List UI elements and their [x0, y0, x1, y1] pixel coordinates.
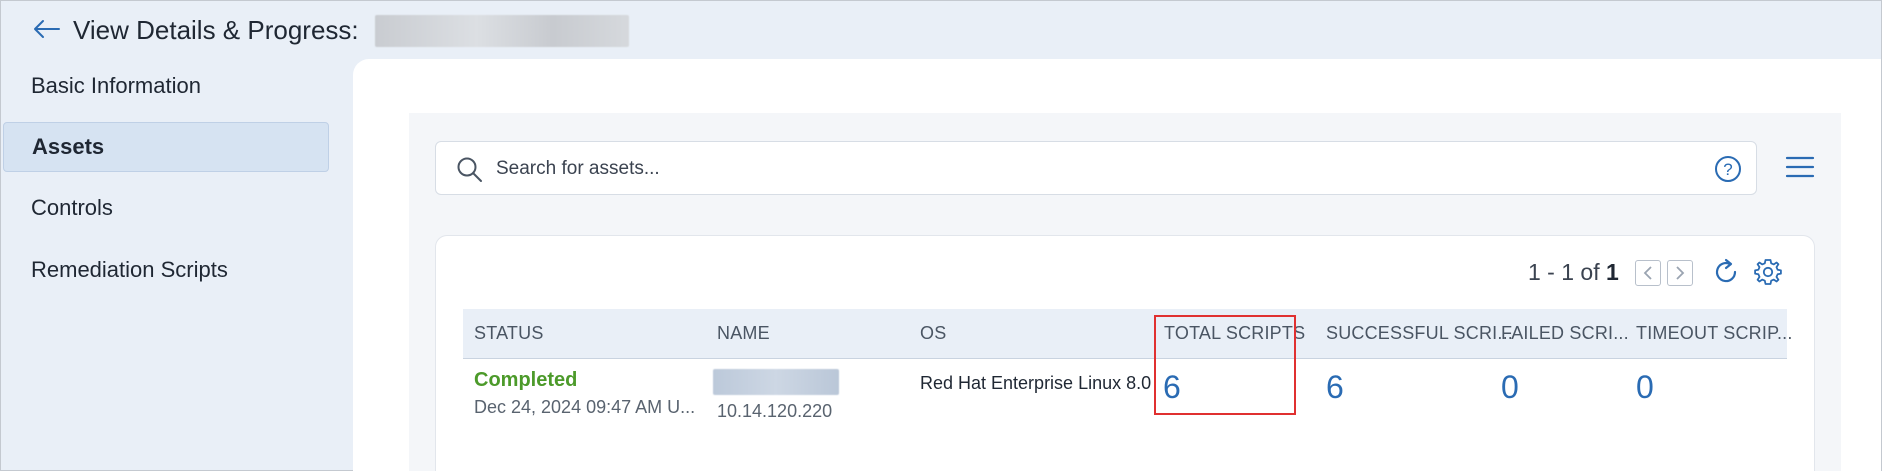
column-header-timeout-scripts[interactable]: TIMEOUT SCRIP...	[1636, 323, 1793, 344]
sidebar-item-remediation-scripts[interactable]: Remediation Scripts	[3, 245, 329, 295]
refresh-icon[interactable]	[1711, 257, 1741, 292]
help-icon[interactable]: ?	[1714, 155, 1742, 188]
sidebar-item-label: Assets	[32, 134, 105, 159]
gear-icon[interactable]	[1753, 257, 1783, 292]
chevron-left-icon	[1643, 266, 1652, 280]
next-page-button[interactable]	[1667, 260, 1693, 286]
sidebar-item-label: Basic Information	[31, 73, 201, 98]
successful-scripts-count[interactable]: 6	[1326, 369, 1344, 406]
page-header: View Details & Progress:	[1, 1, 1881, 59]
sidebar-item-label: Remediation Scripts	[31, 257, 228, 282]
hamburger-menu-icon[interactable]	[1785, 155, 1815, 184]
search-icon	[456, 156, 484, 189]
search-input[interactable]	[496, 152, 1676, 186]
sidebar-item-basic-information[interactable]: Basic Information	[3, 61, 329, 111]
status-badge: Completed	[474, 369, 578, 391]
sidebar-item-assets[interactable]: Assets	[3, 122, 329, 172]
pagination-range: 1 - 1 of	[1528, 259, 1600, 285]
back-arrow-icon[interactable]	[31, 15, 63, 43]
svg-text:?: ?	[1723, 160, 1732, 179]
failed-scripts-count[interactable]: 0	[1501, 369, 1519, 406]
status-date: Dec 24, 2024 09:47 AM U...	[474, 397, 696, 417]
column-header-status[interactable]: STATUS	[474, 323, 544, 344]
timeout-scripts-count[interactable]: 0	[1636, 369, 1654, 406]
redacted-job-name	[375, 15, 629, 47]
column-header-successful-scripts[interactable]: SUCCESSFUL SCRI...	[1326, 323, 1513, 344]
column-header-os[interactable]: OS	[920, 323, 946, 344]
page-title: View Details & Progress:	[73, 15, 359, 45]
pagination-summary: 1 - 1 of 1	[1528, 259, 1619, 286]
asset-ip: 10.14.120.220	[717, 401, 833, 421]
redacted-asset-name	[713, 369, 839, 395]
chevron-right-icon	[1676, 266, 1685, 280]
pagination-total: 1	[1606, 259, 1619, 285]
highlight-annotation	[1154, 315, 1296, 415]
asset-os: Red Hat Enterprise Linux 8.0	[920, 373, 1152, 393]
column-header-failed-scripts[interactable]: FAILED SCRI...	[1501, 323, 1629, 344]
sidebar-item-label: Controls	[31, 195, 113, 220]
prev-page-button[interactable]	[1635, 260, 1661, 286]
sidebar: Basic Information Assets Controls Remedi…	[1, 59, 353, 471]
search-bar: ?	[435, 141, 1757, 195]
sidebar-item-controls[interactable]: Controls	[3, 183, 329, 233]
column-header-name[interactable]: NAME	[717, 323, 770, 344]
